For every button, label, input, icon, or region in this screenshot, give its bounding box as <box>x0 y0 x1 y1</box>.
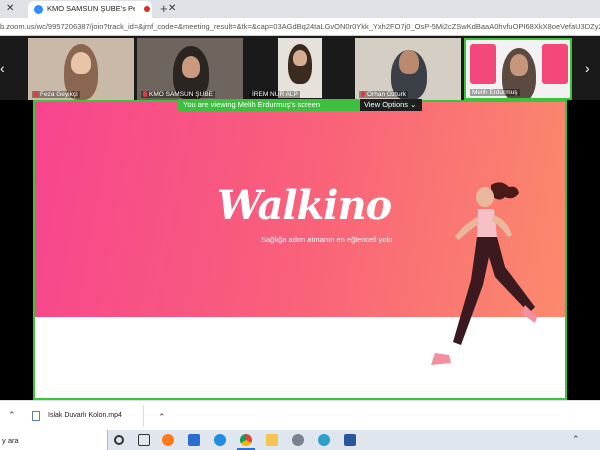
recording-icon <box>144 6 150 12</box>
explorer-icon[interactable] <box>266 434 278 446</box>
taskbar-search-input[interactable]: y ara <box>0 430 108 450</box>
participant-video <box>510 54 528 76</box>
viewing-banner-text: You are viewing Melih Erdurmuş's screen <box>183 100 321 109</box>
new-tab-button[interactable]: + <box>160 1 168 16</box>
viewing-banner: You are viewing Melih Erdurmuş's screen <box>178 99 360 111</box>
tab-title: KMO SAMSUN ŞUBE's Person <box>47 4 135 13</box>
close-tab-icon[interactable]: ✕ <box>6 3 14 14</box>
close-icon[interactable]: ✕ <box>168 3 176 14</box>
chevron-up-icon[interactable]: ⌃ <box>572 434 580 445</box>
view-options-button[interactable]: View Options ⌄ <box>360 99 422 111</box>
participant-tile[interactable]: İREM NUR ALP <box>246 38 352 100</box>
brand-logo-text: Walkino <box>217 182 392 229</box>
edge-icon[interactable] <box>214 434 226 446</box>
participant-video <box>542 44 568 84</box>
address-bar[interactable]: b.zoom.us/wc/9957206387/join?track_id=&j… <box>0 18 600 36</box>
participant-tile-active[interactable]: Melih Erdurmuş <box>464 38 572 100</box>
participant-name: Orhan Ozturk <box>367 91 407 98</box>
participant-tile[interactable]: Orhan Ozturk <box>355 38 461 100</box>
chevron-left-icon[interactable]: ‹ <box>0 60 5 76</box>
participant-video <box>470 44 496 84</box>
shared-screen: Walkino Sağlığa adım atmanın en eğlencel… <box>33 100 567 400</box>
word-icon[interactable] <box>344 434 356 446</box>
edge-new-icon[interactable] <box>318 434 330 446</box>
participant-video <box>182 56 200 78</box>
participant-name: Feza Geyikçi <box>40 91 78 98</box>
chevron-up-icon[interactable]: ⌃ <box>158 412 166 423</box>
download-file-name: Islak Duvarlı Kolon.mp4 <box>48 412 122 419</box>
task-view-icon[interactable] <box>138 434 150 446</box>
participant-tile[interactable]: Feza Geyikçi <box>28 38 134 100</box>
firefox-icon[interactable] <box>162 434 174 446</box>
chrome-icon[interactable] <box>237 434 255 450</box>
downloads-bar: ⌃ Islak Duvarlı Kolon.mp4 ⌃ <box>0 400 600 430</box>
mic-muted-icon <box>361 91 365 97</box>
chevron-right-icon[interactable]: › <box>585 60 590 76</box>
url-text: b.zoom.us/wc/9957206387/join?track_id=&j… <box>0 22 600 31</box>
search-placeholder: y ara <box>2 436 19 445</box>
zoom-favicon-icon <box>34 5 43 14</box>
file-icon <box>32 411 40 421</box>
participant-tile[interactable]: KMO SAMSUN ŞUBE <box>137 38 243 100</box>
download-item[interactable]: Islak Duvarlı Kolon.mp4 ⌃ <box>32 405 166 427</box>
runner-illustration <box>431 182 537 365</box>
participant-name: KMO SAMSUN ŞUBE <box>149 91 213 98</box>
participant-video <box>71 52 91 74</box>
mic-muted-icon <box>34 91 38 97</box>
mic-muted-icon <box>143 91 147 97</box>
mail-icon[interactable] <box>188 434 200 446</box>
participant-name: İREM NUR ALP <box>252 91 298 98</box>
settings-icon[interactable] <box>292 434 304 446</box>
participant-video <box>293 50 307 66</box>
slide-tagline: Sağlığa adım atmanın en eğlenceli yolu <box>261 235 393 244</box>
participant-video <box>399 50 419 74</box>
participant-name: Melih Erdurmuş <box>472 89 518 96</box>
windows-taskbar: y ara ⌃ <box>0 430 600 450</box>
view-options-label: View Options ⌄ <box>364 100 417 109</box>
screen-root: ✕ KMO SAMSUN ŞUBE's Person ✕ + b.zoom.us… <box>0 0 600 450</box>
chevron-up-icon[interactable]: ⌃ <box>8 410 16 421</box>
cortana-icon[interactable] <box>114 435 124 445</box>
browser-tab-zoom[interactable]: KMO SAMSUN ŞUBE's Person ✕ <box>28 1 176 18</box>
participant-strip: ‹ Feza Geyikçi KMO SAMSUN ŞUBE İREM NUR … <box>0 36 600 100</box>
browser-tab-strip: ✕ KMO SAMSUN ŞUBE's Person ✕ + <box>0 0 600 18</box>
